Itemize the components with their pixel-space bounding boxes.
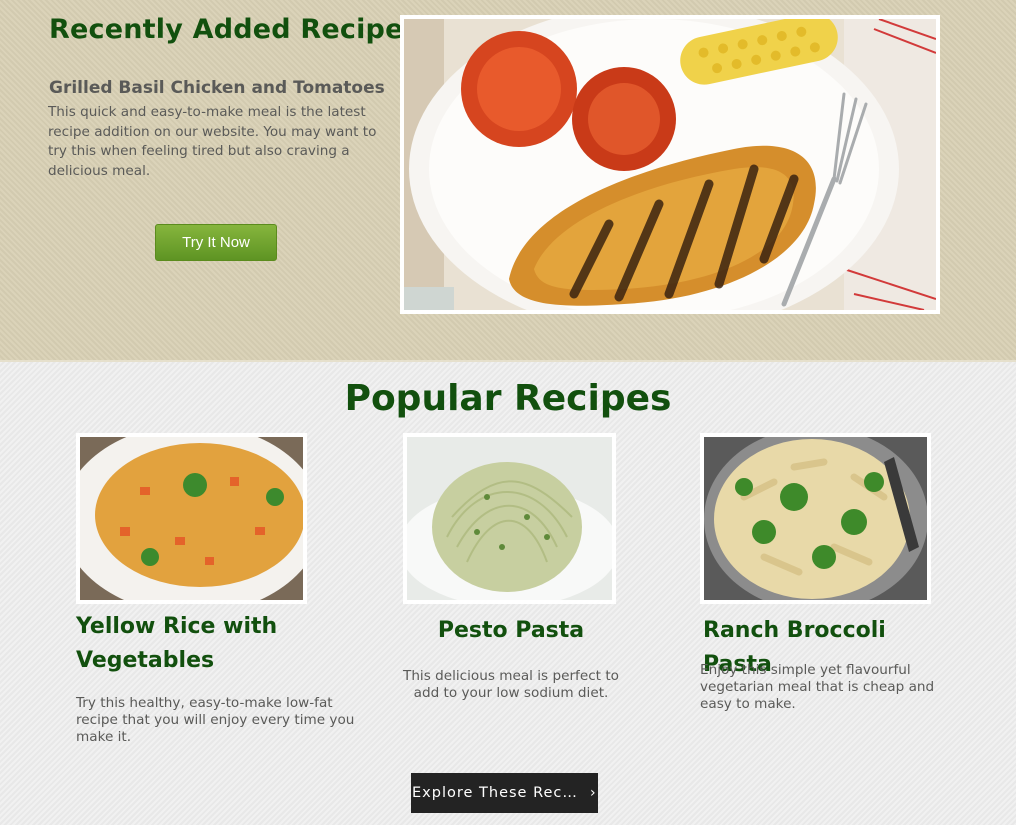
featured-recipe-name: Grilled Basil Chicken and Tomatoes xyxy=(49,78,385,98)
card-description-pesto-pasta: This delicious meal is perfect to add to… xyxy=(403,668,619,701)
yellow-rice-photo xyxy=(80,437,303,600)
explore-recipes-button[interactable]: Explore These Recipes › xyxy=(411,773,598,813)
card-title-yellow-rice[interactable]: Yellow Rice with Vegetables xyxy=(76,610,316,678)
featured-recipe-description: This quick and easy-to-make meal is the … xyxy=(48,104,377,179)
pesto-pasta-photo xyxy=(407,437,612,600)
yellow-rice-image[interactable] xyxy=(76,433,307,604)
popular-recipes-heading: Popular Recipes xyxy=(344,378,672,419)
explore-recipes-label: Explore These Recipes xyxy=(412,785,578,801)
broccoli-pasta-image[interactable] xyxy=(700,433,931,604)
card-description-ranch-broccoli-pasta: Enjoy this simple yet flavourful vegetar… xyxy=(700,662,935,712)
recently-added-heading: Recently Added Recipes xyxy=(49,14,420,45)
chevron-right-icon: › xyxy=(590,785,597,801)
try-it-now-button[interactable]: Try It Now xyxy=(155,224,277,261)
grilled-chicken-photo xyxy=(404,19,936,310)
broccoli-pasta-photo xyxy=(704,437,927,600)
card-description-yellow-rice: Try this healthy, easy-to-make low-fat r… xyxy=(76,695,355,745)
featured-recipe-image xyxy=(400,15,940,314)
card-title-pesto-pasta[interactable]: Pesto Pasta xyxy=(403,614,619,648)
pesto-pasta-image[interactable] xyxy=(403,433,616,604)
